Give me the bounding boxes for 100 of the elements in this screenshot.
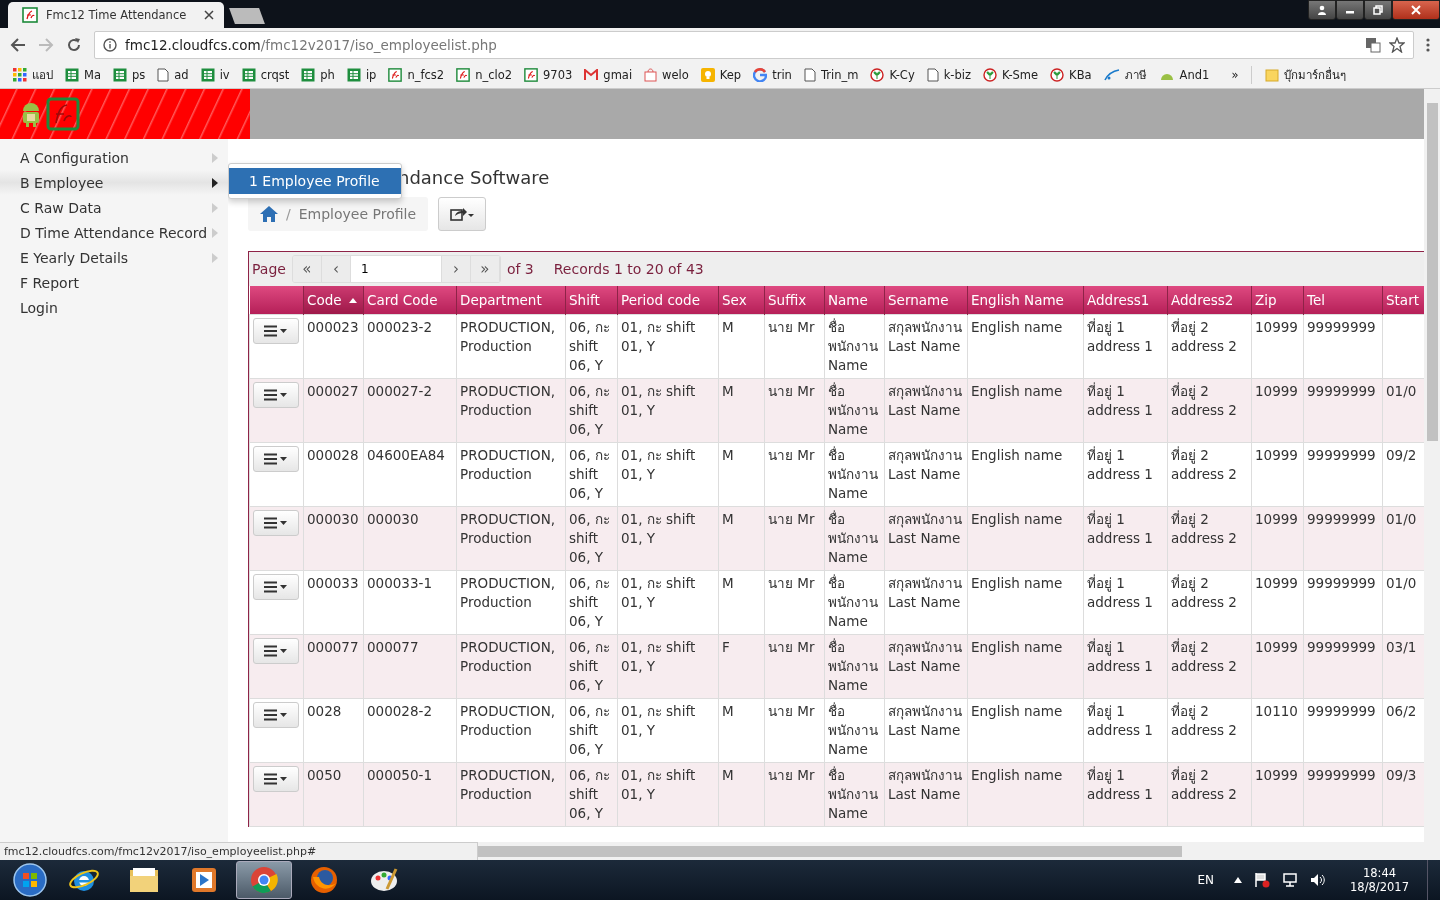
column-header[interactable]: Tel bbox=[1303, 286, 1383, 315]
table-cell: 0050 bbox=[307, 767, 342, 783]
bookmark[interactable]: Ma bbox=[60, 68, 106, 82]
bookmark[interactable]: แอป bbox=[8, 66, 58, 84]
column-header[interactable]: Period code bbox=[617, 286, 719, 315]
column-header[interactable]: Suffix bbox=[764, 286, 825, 315]
table-cell: English name bbox=[971, 703, 1063, 719]
page-number-field[interactable]: 1 bbox=[350, 256, 442, 282]
table-cell: English name bbox=[971, 575, 1063, 591]
table-cell: 10110 bbox=[1255, 703, 1298, 719]
table-cell: 01, กะ shift 01, Y bbox=[621, 511, 696, 546]
bookmark[interactable]: gmai bbox=[579, 68, 638, 82]
table-cell: M bbox=[722, 767, 734, 783]
bookmark[interactable]: trin bbox=[748, 68, 797, 82]
table-cell: M bbox=[722, 511, 734, 527]
table-cell: สกุลพนักงาน Last Name bbox=[888, 767, 962, 802]
table-cell: ที่อยู่ 1 address 1 bbox=[1087, 703, 1153, 738]
column-header[interactable]: Shift bbox=[565, 286, 618, 315]
bookmark[interactable]: n_fcs2 bbox=[383, 68, 450, 82]
bookmark[interactable]: K-Sme bbox=[978, 68, 1044, 82]
column-header[interactable]: Name bbox=[824, 286, 885, 315]
table-cell: ที่อยู่ 1 address 1 bbox=[1087, 575, 1153, 610]
breadcrumb-separator: / bbox=[286, 206, 291, 222]
bookmark[interactable]: welo bbox=[639, 68, 694, 82]
bookmark[interactable]: ps bbox=[108, 68, 151, 82]
table-cell: 06, กะ shift 06, Y bbox=[569, 511, 610, 565]
table-cell: นาย Mr bbox=[768, 575, 815, 591]
address-bar[interactable]: fmc12.cloudfcs.com/fmc12v2017/iso_employeelist.php bbox=[94, 31, 1414, 59]
bookmark[interactable]: 9703 bbox=[519, 68, 578, 82]
table-cell: 000077 bbox=[307, 639, 359, 655]
column-header[interactable]: Sername bbox=[884, 286, 968, 315]
table-cell: 10999 bbox=[1255, 447, 1298, 463]
column-header[interactable]: Department bbox=[456, 286, 566, 315]
first-page-button[interactable]: « bbox=[292, 256, 322, 282]
table-cell: ที่อยู่ 2 address 2 bbox=[1171, 511, 1237, 546]
table-cell: 99999999 bbox=[1307, 703, 1376, 719]
bookmark[interactable]: ph bbox=[296, 68, 340, 82]
column-header[interactable]: Address1 bbox=[1083, 286, 1168, 315]
browser-tab[interactable]: Fmc12 Time Attendance bbox=[8, 2, 224, 28]
table-cell: English name bbox=[971, 319, 1063, 335]
sidebar-menu-item[interactable]: A Configuration bbox=[0, 145, 228, 170]
column-header[interactable]: Card Code bbox=[363, 286, 457, 315]
table-cell: 0028 bbox=[307, 703, 342, 719]
table-cell: 10999 bbox=[1255, 383, 1298, 399]
table-cell: นาย Mr bbox=[768, 767, 815, 783]
column-header[interactable]: Address2 bbox=[1167, 286, 1252, 315]
other-bookmarks-folder[interactable]: บุ๊กมาร์กอื่นๆ bbox=[1260, 66, 1352, 84]
sidebar-menu-item[interactable]: E Yearly Details bbox=[0, 245, 228, 270]
table-cell: ชื่อ พนักงาน Name bbox=[828, 575, 878, 629]
sidebar-menu-item[interactable]: C Raw Data bbox=[0, 195, 228, 220]
table-cell: ที่อยู่ 2 address 2 bbox=[1171, 447, 1237, 482]
table-cell: ที่อยู่ 2 address 2 bbox=[1171, 383, 1237, 418]
language-indicator[interactable]: EN bbox=[1197, 873, 1215, 887]
table-cell: ที่อยู่ 1 address 1 bbox=[1087, 511, 1153, 546]
column-header[interactable]: Code bbox=[303, 286, 364, 315]
table-cell: PRODUCTION, Production bbox=[460, 639, 556, 674]
bookmark[interactable]: iv bbox=[195, 68, 235, 82]
more-bookmarks-button[interactable]: » bbox=[1226, 68, 1244, 82]
bookmark[interactable]: And1 bbox=[1153, 68, 1215, 82]
column-header[interactable]: Zip bbox=[1251, 286, 1304, 315]
bookmark[interactable]: ad bbox=[152, 68, 194, 82]
sidebar-menu-item[interactable]: D Time Attendance Record bbox=[0, 220, 228, 245]
table-cell: สกุลพนักงาน Last Name bbox=[888, 639, 962, 674]
table-cell: นาย Mr bbox=[768, 383, 815, 399]
bookmark[interactable]: k-biz bbox=[921, 68, 977, 82]
table-cell: ชื่อ พนักงาน Name bbox=[828, 703, 878, 757]
bookmark[interactable]: crqst bbox=[236, 68, 295, 82]
submenu-item[interactable]: 1 Employee Profile bbox=[229, 168, 401, 194]
sidebar-menu-item[interactable]: Login bbox=[0, 295, 228, 320]
table-cell: English name bbox=[971, 767, 1063, 783]
table-cell: นาย Mr bbox=[768, 319, 815, 335]
column-header[interactable]: Start bbox=[1382, 286, 1424, 315]
bookmark[interactable]: Trin_m bbox=[798, 68, 864, 82]
page-label: Page bbox=[252, 261, 286, 277]
table-cell: 01, กะ shift 01, Y bbox=[621, 767, 696, 802]
table-cell: F bbox=[722, 639, 730, 655]
clock-time[interactable]: 18:44 bbox=[1362, 866, 1397, 880]
table-cell: 000023-2 bbox=[367, 319, 432, 335]
table-cell: 000033-1 bbox=[367, 575, 432, 591]
sidebar-menu-item[interactable]: B Employee bbox=[0, 170, 228, 195]
table-cell: 06, กะ shift 06, Y bbox=[569, 447, 610, 501]
bookmark[interactable]: n_clo2 bbox=[451, 68, 518, 82]
column-header[interactable]: Sex bbox=[718, 286, 765, 315]
bookmark[interactable]: ip bbox=[341, 68, 382, 82]
table-cell: 03/1 bbox=[1386, 639, 1417, 655]
table-cell: English name bbox=[971, 639, 1063, 655]
clock-date[interactable]: 18/8/2017 bbox=[1350, 880, 1409, 894]
sidebar-menu-item[interactable]: F Report bbox=[0, 270, 228, 295]
table-cell: สกุลพนักงาน Last Name bbox=[888, 575, 962, 610]
bookmark[interactable]: KBa bbox=[1045, 68, 1097, 82]
column-header[interactable]: English Name bbox=[967, 286, 1084, 315]
table-cell: 000077 bbox=[367, 639, 419, 655]
table-cell: 06/2 bbox=[1386, 703, 1417, 719]
table-cell: 99999999 bbox=[1307, 447, 1376, 463]
bookmark[interactable]: K-Cy bbox=[865, 68, 920, 82]
bookmark[interactable]: ภาษี bbox=[1098, 66, 1152, 84]
table-cell: PRODUCTION, Production bbox=[460, 575, 556, 610]
table-cell: ที่อยู่ 1 address 1 bbox=[1087, 639, 1153, 674]
table-cell: สกุลพนักงาน Last Name bbox=[888, 383, 962, 418]
bookmark[interactable]: Kep bbox=[695, 68, 747, 82]
